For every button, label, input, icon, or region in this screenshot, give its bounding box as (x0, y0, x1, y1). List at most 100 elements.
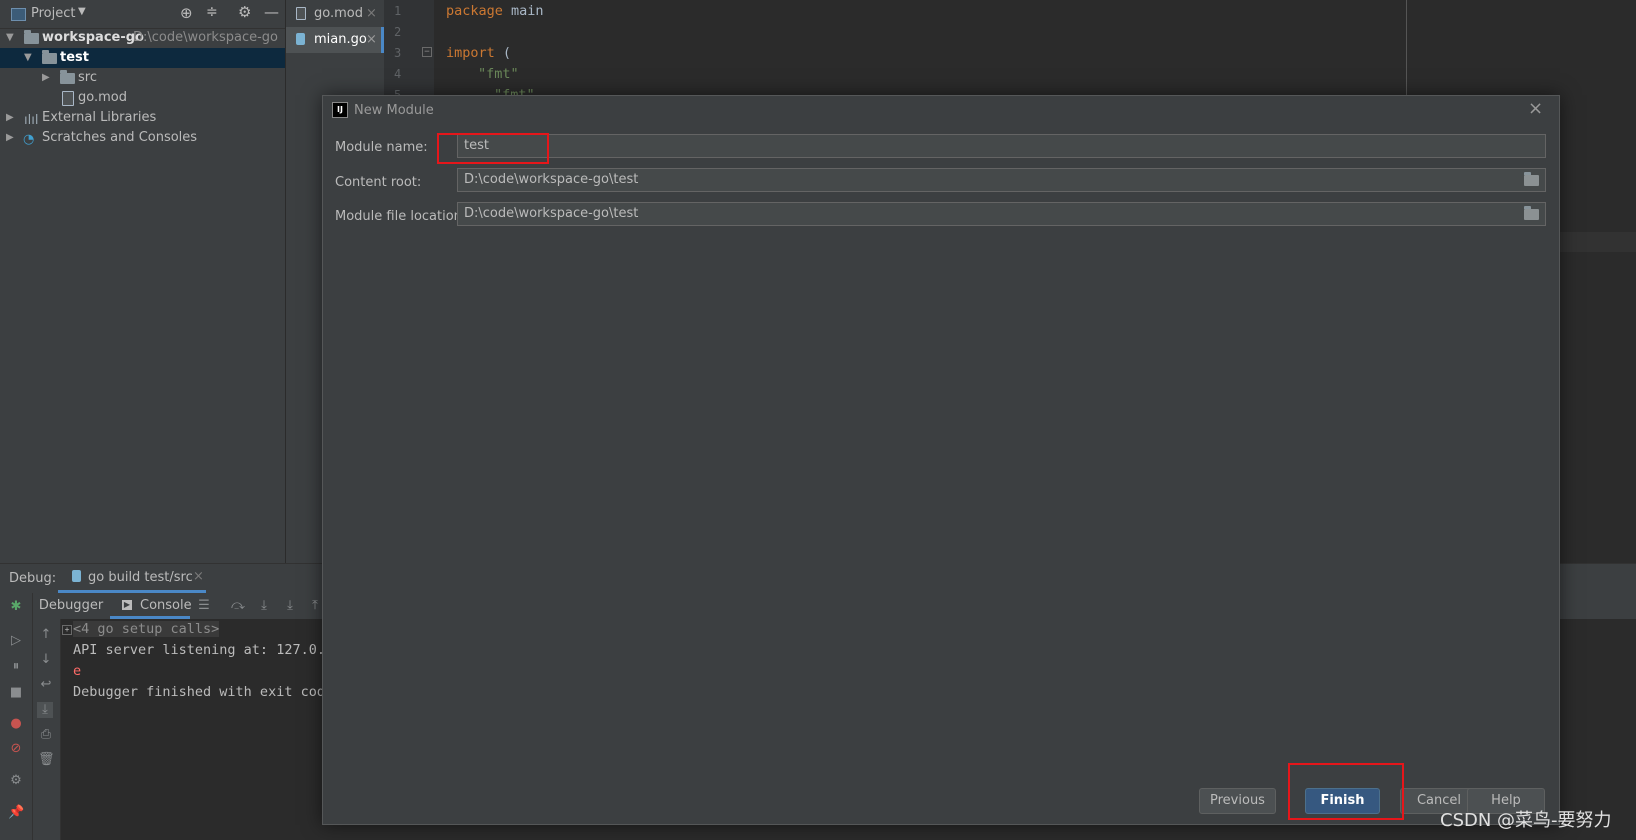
expand-arrow-icon[interactable]: ▶ (6, 108, 14, 128)
expand-icon[interactable]: + (62, 625, 72, 635)
stop-icon[interactable]: ■ (8, 685, 24, 701)
project-title[interactable]: Project (31, 6, 75, 21)
scroll-to-end-icon[interactable]: ⤓ (37, 702, 53, 718)
highlight-box-module-name (437, 133, 549, 164)
intellij-logo-icon: IJ (332, 102, 348, 118)
tab-label: Console (140, 598, 192, 613)
force-step-into-icon[interactable]: ⤓ (282, 598, 298, 614)
pin-icon[interactable]: 📌 (8, 805, 24, 821)
debug-label: Debug: (9, 571, 57, 586)
tree-item-external-libraries[interactable]: ▶ ılıl External Libraries (0, 108, 285, 128)
view-breakpoints-icon[interactable]: ● (8, 716, 24, 732)
menu-icon[interactable]: ☰ (196, 598, 212, 614)
go-file-icon (296, 33, 305, 45)
tab-label: Debugger (38, 598, 104, 613)
console-line: e (73, 663, 82, 679)
go-file-icon (72, 570, 81, 582)
console-line: API server listening at: 127.0.0 (73, 642, 334, 658)
module-file-location-field[interactable]: D:\code\workspace-go\test (457, 202, 1546, 226)
tree-item-label: go.mod (78, 90, 127, 105)
tree-item-src[interactable]: ▶ src (0, 68, 285, 88)
line-number: 2 (394, 25, 402, 39)
module-name-label: Module name: (335, 140, 428, 155)
console-side-toolbar: ↑ ↓ ↩ ⤓ ⎙ 🗑 (33, 619, 61, 840)
debug-side-toolbar: ✱ ▷ ⏸ ■ ● ⊘ ⚙ 📌 (0, 593, 33, 840)
minimize-icon[interactable]: — (264, 3, 279, 21)
tree-item-label: Scratches and Consoles (42, 130, 198, 145)
project-tool-window: Project ▼ ⊕ ≑ ⚙ — ▼ workspace-go D:\code… (0, 0, 286, 563)
caret-row-highlight (1557, 232, 1636, 252)
tree-item-workspace-go[interactable]: ▼ workspace-go D:\code\workspace-go (0, 28, 285, 48)
content-root-value: D:\code\workspace-go\test (464, 172, 639, 187)
step-into-icon[interactable]: ⤓ (256, 598, 272, 614)
expand-arrow-icon[interactable]: ▼ (6, 28, 14, 48)
line-number: 4 (394, 67, 402, 81)
file-icon (296, 7, 306, 20)
down-arrow-icon[interactable]: ↓ (38, 652, 54, 668)
expand-arrow-icon[interactable]: ▼ (24, 48, 32, 68)
tab-go-mod[interactable]: go.mod × (286, 1, 384, 27)
tree-item-test[interactable]: ▼ test (0, 48, 285, 68)
mute-breakpoints-icon[interactable]: ⊘ (8, 741, 24, 757)
pause-icon[interactable]: ⏸ (8, 659, 24, 675)
print-icon[interactable]: ⎙ (38, 727, 54, 743)
debug-session-tab[interactable]: go build test/src × (58, 564, 206, 593)
code-line: "fmt" (478, 66, 519, 82)
trash-icon[interactable]: 🗑 (38, 752, 55, 768)
fold-icon[interactable]: − (422, 47, 432, 57)
tab-label: go.mod (314, 6, 363, 21)
folder-icon (60, 70, 75, 84)
content-root-label: Content root: (335, 175, 422, 190)
previous-button[interactable]: Previous (1199, 788, 1276, 814)
up-arrow-icon[interactable]: ↑ (38, 627, 54, 643)
tab-label: mian.go (314, 32, 367, 47)
module-file-location-value: D:\code\workspace-go\test (464, 206, 639, 221)
tree-item-label: External Libraries (42, 110, 157, 125)
expand-arrow-icon[interactable]: ▶ (6, 128, 14, 148)
tree-item-label: test (60, 50, 89, 65)
gear-icon[interactable]: ⚙ (238, 3, 251, 21)
tree-item-label: workspace-go (42, 30, 144, 45)
debug-session-label: go build test/src (88, 570, 193, 585)
expand-arrow-icon[interactable]: ▶ (42, 68, 50, 88)
project-header: Project ▼ ⊕ ≑ ⚙ — (0, 0, 285, 29)
tree-item-go-mod[interactable]: go.mod (0, 88, 285, 108)
step-over-icon[interactable]: ⤼ (230, 598, 246, 614)
line-number: 3 (394, 46, 402, 60)
dialog-title-bar[interactable]: IJ New Module × (323, 96, 1559, 124)
resume-icon[interactable]: ▷ (8, 633, 24, 649)
console-line: <4 go setup calls> (73, 621, 220, 637)
highlight-box-finish (1288, 763, 1404, 820)
console-line: Debugger finished with exit code (73, 684, 334, 700)
browse-folder-icon[interactable] (1524, 206, 1540, 220)
tab-mian-go[interactable]: mian.go × (286, 27, 384, 53)
tree-item-path: D:\code\workspace-go (133, 30, 278, 45)
content-root-field[interactable]: D:\code\workspace-go\test (457, 168, 1546, 192)
new-module-dialog: IJ New Module × Module name: test Conten… (322, 95, 1560, 825)
tree-item-scratches[interactable]: ▶ ◔ Scratches and Consoles (0, 128, 285, 148)
console-icon: ▶ (122, 600, 132, 610)
soft-wrap-icon[interactable]: ↩ (38, 677, 54, 693)
collapse-all-icon[interactable]: ≑ (206, 4, 218, 20)
scratches-icon: ◔ (23, 132, 35, 147)
dialog-title: New Module (354, 103, 434, 118)
debug-bug-icon[interactable]: ✱ (8, 599, 24, 615)
tab-console[interactable]: ▶ Console (110, 593, 192, 619)
locate-icon[interactable]: ⊕ (180, 4, 193, 22)
folder-icon (24, 30, 39, 44)
close-icon[interactable]: × (366, 1, 377, 27)
close-icon[interactable]: × (366, 27, 377, 53)
watermark: CSDN @菜鸟-要努力 (1440, 810, 1612, 831)
chevron-down-icon[interactable]: ▼ (78, 6, 86, 17)
browse-folder-icon[interactable] (1524, 172, 1540, 186)
module-name-field[interactable]: test (457, 134, 1546, 158)
close-icon[interactable]: × (193, 569, 204, 584)
code-line: package main (446, 3, 544, 19)
project-view-icon (11, 8, 26, 21)
gear-icon[interactable]: ⚙ (8, 773, 24, 789)
step-out-icon[interactable]: ⤒ (307, 598, 323, 614)
module-file-location-label: Module file location: (335, 209, 467, 224)
close-icon[interactable]: × (1528, 98, 1543, 119)
tree-item-label: src (78, 70, 97, 85)
tab-debugger[interactable]: Debugger (36, 593, 106, 619)
